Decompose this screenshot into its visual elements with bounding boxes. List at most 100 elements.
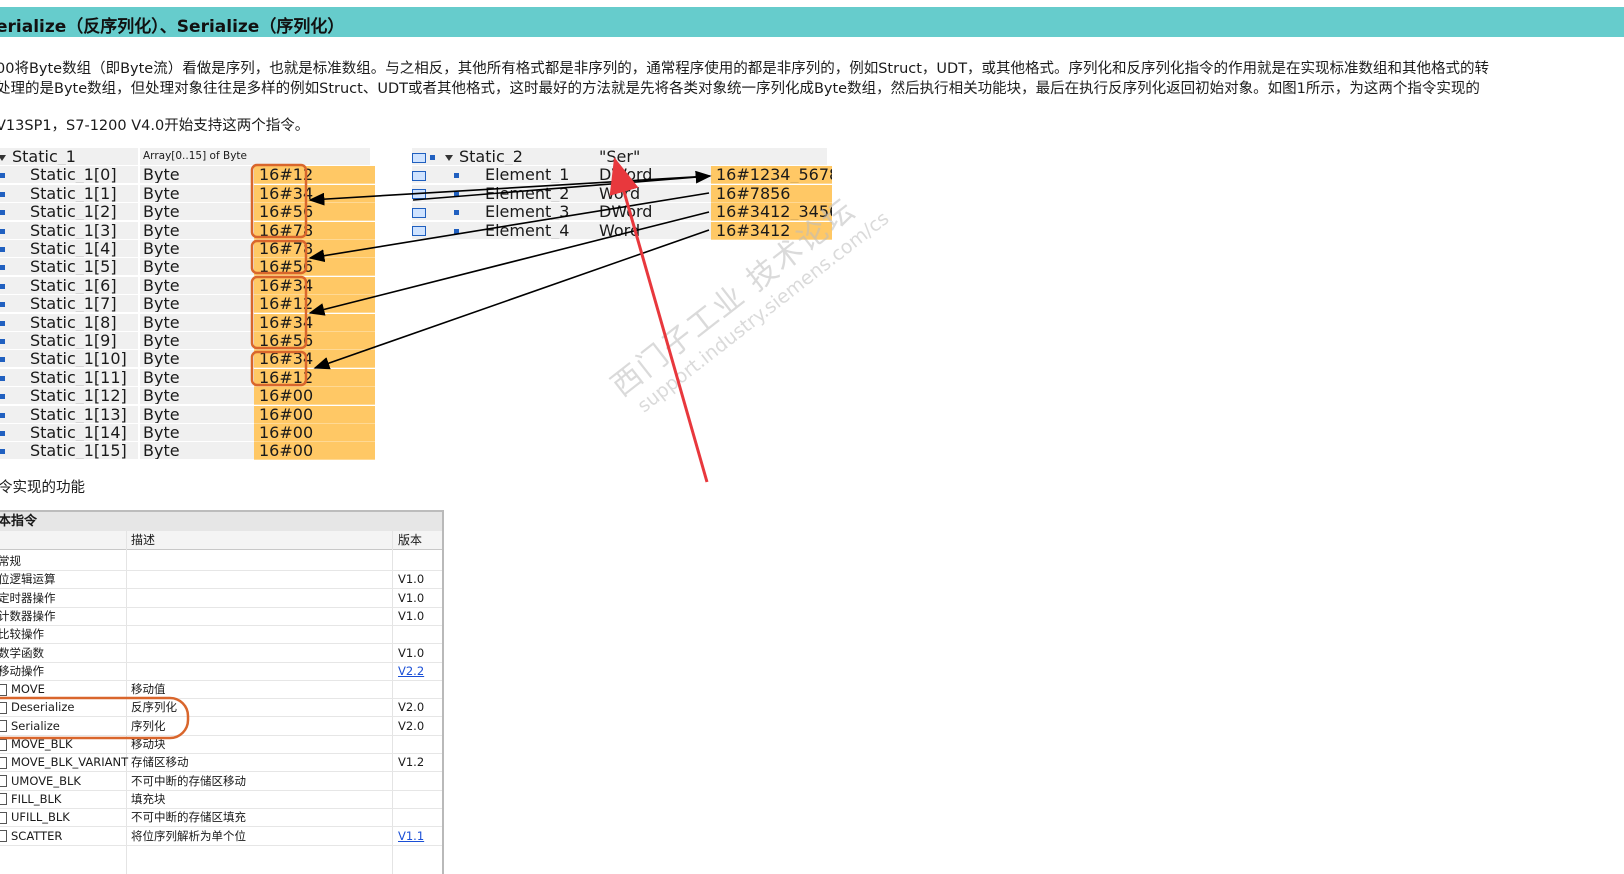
instruction-name: MOVE_BLK_VARIANT <box>0 753 128 771</box>
instruction-desc: 将位序列解析为单个位 <box>131 828 246 843</box>
db-icon <box>412 226 426 237</box>
array-row-value[interactable]: 16#00 <box>254 442 375 461</box>
instruction-row[interactable]: MOVE_BLK_VARIANT 存储区移动 V1.2 <box>0 753 442 773</box>
array-row-name: Static_1[14] <box>0 424 138 442</box>
element-icon <box>430 155 435 160</box>
array-row-value[interactable]: 16#56 <box>254 258 375 277</box>
array-element-name: Static_1[2] <box>30 203 117 222</box>
struct-row-value[interactable]: 16#7856 <box>711 184 832 203</box>
instruction-version: V1.0 <box>398 608 425 623</box>
struct-name: Static_2 <box>459 148 523 166</box>
struct-header-value <box>711 148 827 166</box>
array-row-type: Byte <box>140 313 257 332</box>
struct-row-type: DWord <box>596 166 714 185</box>
instruction-row[interactable]: Serialize 序列化 V2.0 <box>0 717 442 736</box>
struct-element-name: Element_2 <box>485 184 570 203</box>
instruction-row[interactable]: 移动操作 V2.2 <box>0 662 442 681</box>
instruction-version: V1.0 <box>398 645 425 660</box>
array-row-type: Byte <box>140 166 257 185</box>
array-row-name: Static_1[1] <box>0 184 138 203</box>
array-element-name: Static_1[15] <box>30 442 127 461</box>
array-row-type: Byte <box>140 203 257 222</box>
array-row-type: Byte <box>140 221 257 240</box>
array-row-value[interactable]: 16#78 <box>254 240 375 258</box>
array-row-value[interactable]: 16#78 <box>254 221 375 240</box>
struct-header-name: Static_2 <box>412 148 596 166</box>
col-description: 描述 <box>131 533 156 547</box>
instruction-row[interactable]: UFILL_BLK 不可中断的存储区填充 <box>0 808 442 828</box>
paragraph-1: 00将Byte数组（即Byte流）看做是序列，也就是标准数组。与之相反，其他所有… <box>0 61 1490 77</box>
array-row-type: Byte <box>140 295 257 314</box>
array-element-name: Static_1[11] <box>30 368 127 387</box>
instruction-row[interactable]: MOVE_BLK 移动块 <box>0 735 442 754</box>
instruction-name: 位逻辑运算 <box>0 572 56 587</box>
array-row-type: Byte <box>140 332 257 350</box>
instruction-name: 数学函数 <box>0 645 44 660</box>
instruction-version: V2.0 <box>398 700 425 715</box>
instruction-desc: 移动值 <box>131 682 166 697</box>
instruction-name: 移动操作 <box>0 663 44 678</box>
expand-icon[interactable] <box>0 154 6 161</box>
instruction-row[interactable]: FILL_BLK 填充块 <box>0 790 442 809</box>
instruction-row[interactable]: Deserialize 反序列化 V2.0 <box>0 698 442 718</box>
array-header-name: Static_1 <box>0 148 138 166</box>
instruction-row[interactable]: MOVE 移动值 <box>0 680 442 700</box>
instruction-name: 比较操作 <box>0 627 44 642</box>
instruction-row[interactable]: 位逻辑运算 V1.0 <box>0 570 442 590</box>
element-icon <box>0 431 5 436</box>
instruction-version[interactable]: V1.1 <box>398 827 424 845</box>
array-row-value[interactable]: 16#00 <box>254 387 375 406</box>
array-element-name: Static_1[0] <box>30 166 117 185</box>
struct-row-type: Word <box>596 221 714 240</box>
array-row-value[interactable]: 16#56 <box>254 203 375 222</box>
array-row-value[interactable]: 16#56 <box>254 332 375 350</box>
array-row-type: Byte <box>140 184 257 203</box>
array-row-value[interactable]: 16#34 <box>254 350 375 369</box>
array-row-name: Static_1[0] <box>0 166 138 185</box>
array-row-name: Static_1[5] <box>0 258 138 277</box>
array-row-name: Static_1[15] <box>0 442 138 461</box>
array-row-value[interactable]: 16#34 <box>254 276 375 295</box>
instruction-name: MOVE_BLK <box>0 735 73 753</box>
instruction-version[interactable]: V2.2 <box>398 662 424 680</box>
element-icon <box>0 320 5 326</box>
instruction-row[interactable]: 比较操作 <box>0 625 442 645</box>
array-row-value[interactable]: 16#34 <box>254 313 375 332</box>
array-row-name: Static_1[13] <box>0 405 138 424</box>
array-row-name: Static_1[4] <box>0 240 138 258</box>
instruction-desc: 不可中断的存储区填充 <box>131 810 246 825</box>
element-icon <box>454 228 459 234</box>
array-row-value[interactable]: 16#12 <box>254 166 375 185</box>
instruction-icon <box>0 811 7 824</box>
instruction-row[interactable]: 计数器操作 V1.0 <box>0 607 442 626</box>
array-row-type: Byte <box>140 442 257 461</box>
instruction-name: 定时器操作 <box>0 590 56 605</box>
struct-row-type: Word <box>596 184 714 203</box>
array-row-value[interactable]: 16#34 <box>254 184 375 203</box>
struct-row-name: Element_2 <box>412 184 596 203</box>
instruction-version: V1.0 <box>398 572 425 587</box>
instruction-row[interactable]: SCATTER 将位序列解析为单个位 V1.1 <box>0 827 442 846</box>
instruction-row[interactable]: 数学函数 V1.0 <box>0 644 442 663</box>
instruction-icon <box>0 775 7 788</box>
instruction-name: MOVE <box>0 680 45 698</box>
instruction-desc: 不可中断的存储区移动 <box>131 773 246 788</box>
array-row-value[interactable]: 16#12 <box>254 368 375 387</box>
array-element-name: Static_1[3] <box>30 221 117 240</box>
array-row-value[interactable]: 16#00 <box>254 405 375 424</box>
array-row-value[interactable]: 16#12 <box>254 295 375 314</box>
instruction-row[interactable]: UMOVE_BLK 不可中断的存储区移动 <box>0 772 442 791</box>
array-row-type: Byte <box>140 368 257 387</box>
instruction-name: FILL_BLK <box>0 790 61 808</box>
struct-row-name: Element_3 <box>412 203 596 222</box>
instruction-row[interactable]: 定时器操作 V1.0 <box>0 589 442 608</box>
array-row-value[interactable]: 16#00 <box>254 424 375 442</box>
struct-row-value[interactable]: 16#1234_5678 <box>711 166 832 185</box>
instruction-name: Deserialize <box>0 698 74 716</box>
array-element-name: Static_1[8] <box>30 313 117 332</box>
instruction-row[interactable]: 常规 <box>0 552 442 571</box>
instruction-tree: 本指令 描述 版本 常规 位逻辑运算 V1.0 定时器操作 V1.0 计数器操作 V1.0 比… <box>0 510 444 874</box>
expand-icon[interactable] <box>445 154 453 161</box>
array-element-name: Static_1[1] <box>30 184 117 203</box>
array-element-name: Static_1[9] <box>30 332 117 350</box>
